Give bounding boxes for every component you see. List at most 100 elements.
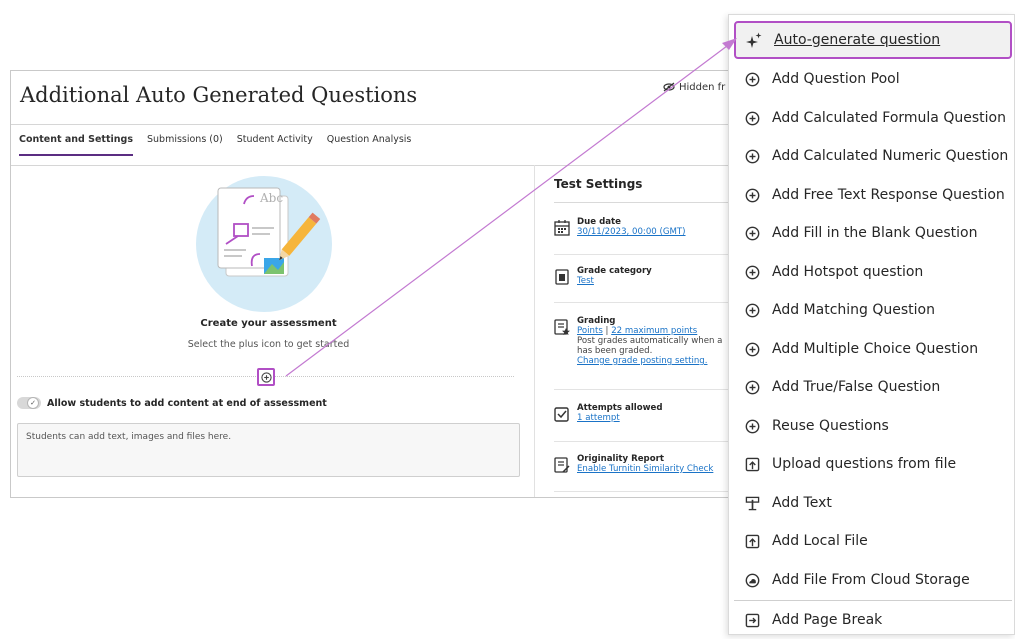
allow-content-toggle[interactable]: ✓ — [17, 397, 41, 409]
menu-item-label: Add Calculated Numeric Question — [772, 148, 1009, 164]
menu-item-add-page-break[interactable]: Add Page Break — [734, 601, 1012, 639]
menu-item-add-calculated-formula-question[interactable]: Add Calculated Formula Question — [734, 99, 1012, 137]
upload-file-icon — [744, 533, 760, 549]
menu-item-add-local-file[interactable]: Add Local File — [734, 522, 1012, 560]
grading-icon — [554, 319, 570, 335]
checkbox-icon — [554, 407, 569, 422]
menu-item-label: Add Hotspot question — [772, 264, 924, 280]
grading-text-line1: Post grades automatically when a — [577, 336, 723, 346]
allow-content-label: Allow students to add content at end of … — [47, 397, 327, 409]
menu-item-label: Auto-generate question — [774, 32, 941, 48]
due-date-link[interactable]: 30/11/2023, 00:00 (GMT) — [577, 227, 686, 237]
divider — [554, 302, 744, 303]
tab-bar: Content and Settings Submissions (0) Stu… — [19, 131, 411, 156]
grade-category-setting: Grade category Test — [554, 266, 652, 286]
menu-item-add-fill-in-the-blank-question[interactable]: Add Fill in the Blank Question — [734, 214, 1012, 252]
assessment-window: Additional Auto Generated Questions Hidd… — [10, 70, 745, 498]
menu-item-label: Add Text — [772, 495, 832, 511]
eye-slash-icon — [663, 82, 675, 92]
divider — [554, 389, 744, 390]
menu-item-add-hotspot-question[interactable]: Add Hotspot question — [734, 253, 1012, 291]
divider — [554, 441, 744, 442]
tab-student-activity[interactable]: Student Activity — [237, 131, 313, 156]
menu-item-label: Add Local File — [772, 533, 868, 549]
menu-item-add-multiple-choice-question[interactable]: Add Multiple Choice Question — [734, 330, 1012, 368]
check-icon: ✓ — [27, 397, 39, 409]
create-assessment-subtitle: Select the plus icon to get started — [187, 339, 350, 350]
tab-submissions[interactable]: Submissions (0) — [147, 131, 223, 156]
hidden-badge-label: Hidden fr — [679, 82, 726, 93]
test-settings-title: Test Settings — [554, 177, 643, 191]
students-content-placeholder: Students can add text, images and files … — [26, 432, 232, 442]
report-icon — [554, 457, 570, 473]
students-content-field[interactable]: Students can add text, images and files … — [17, 423, 520, 477]
plus-circle-icon — [744, 148, 760, 164]
menu-item-label: Add Fill in the Blank Question — [772, 225, 978, 241]
plus-circle-icon — [260, 371, 272, 383]
divider — [11, 165, 744, 166]
menu-item-label: Add Multiple Choice Question — [772, 341, 979, 357]
attempts-setting: Attempts allowed 1 attempt — [554, 403, 663, 423]
grading-title: Grading — [577, 316, 616, 326]
menu-item-label: Add True/False Question — [772, 379, 941, 395]
calendar-icon — [554, 220, 570, 236]
add-content-menu: Auto-generate question Add Question Pool… — [728, 14, 1015, 635]
divider — [534, 165, 535, 497]
grade-category-link[interactable]: Test — [577, 276, 652, 286]
menu-item-label: Add Question Pool — [772, 71, 900, 87]
upload-file-icon — [744, 456, 760, 472]
menu-item-label: Add Free Text Response Question — [772, 187, 1005, 203]
menu-item-reuse-questions[interactable]: Reuse Questions — [734, 407, 1012, 445]
divider — [554, 202, 744, 203]
menu-item-label: Add File From Cloud Storage — [772, 572, 970, 588]
divider — [554, 491, 744, 492]
plus-circle-icon — [744, 379, 760, 395]
create-assessment-title: Create your assessment — [200, 318, 337, 329]
turnitin-link[interactable]: Enable Turnitin Similarity Check — [577, 464, 713, 474]
menu-item-label: Upload questions from file — [772, 456, 957, 472]
grading-separator: | — [602, 326, 612, 336]
max-points-link[interactable]: 22 maximum points — [611, 326, 697, 336]
tab-content-and-settings[interactable]: Content and Settings — [19, 131, 133, 156]
menu-item-add-text[interactable]: Add Text — [734, 484, 1012, 522]
tab-question-analysis[interactable]: Question Analysis — [327, 131, 412, 156]
attempts-link[interactable]: 1 attempt — [577, 413, 663, 423]
menu-item-upload-questions-from-file[interactable]: Upload questions from file — [734, 445, 1012, 483]
change-grade-posting-link[interactable]: Change grade posting setting. — [577, 356, 722, 366]
grade-category-icon — [555, 269, 569, 285]
plus-circle-icon — [744, 264, 760, 280]
menu-item-add-matching-question[interactable]: Add Matching Question — [734, 291, 1012, 329]
allow-content-row: ✓ Allow students to add content at end o… — [17, 397, 327, 409]
illustration-abc-text: Abc — [259, 191, 283, 205]
plus-circle-icon — [744, 187, 760, 203]
plus-circle-icon — [744, 341, 760, 357]
divider — [554, 254, 744, 255]
cloud-icon — [744, 572, 760, 588]
add-content-button[interactable] — [257, 368, 275, 386]
menu-item-label: Reuse Questions — [772, 418, 889, 434]
menu-item-add-calculated-numeric-question[interactable]: Add Calculated Numeric Question — [734, 137, 1012, 175]
plus-circle-icon — [744, 418, 760, 434]
grading-setting: Grading Points | 22 maximum points Post … — [554, 316, 722, 366]
menu-item-add-true-false-question[interactable]: Add True/False Question — [734, 368, 1012, 406]
plus-circle-icon — [744, 71, 760, 87]
page-break-icon — [744, 612, 760, 628]
menu-item-add-question-pool[interactable]: Add Question Pool — [734, 60, 1012, 98]
plus-circle-icon — [744, 302, 760, 318]
menu-item-add-file-from-cloud-storage[interactable]: Add File From Cloud Storage — [734, 561, 1012, 599]
menu-item-auto-generate-question[interactable]: Auto-generate question — [734, 21, 1012, 59]
due-date-setting: Due date 30/11/2023, 00:00 (GMT) — [554, 217, 686, 237]
originality-title: Originality Report — [577, 454, 664, 464]
divider — [11, 124, 744, 125]
assessment-illustration: Abc — [196, 176, 332, 312]
points-link[interactable]: Points — [577, 326, 603, 336]
menu-item-add-free-text-response-question[interactable]: Add Free Text Response Question — [734, 176, 1012, 214]
plus-circle-icon — [744, 225, 760, 241]
grade-category-title: Grade category — [577, 266, 652, 276]
hidden-badge[interactable]: Hidden fr — [663, 82, 725, 93]
attempts-title: Attempts allowed — [577, 403, 663, 413]
menu-item-label: Add Page Break — [772, 612, 883, 628]
due-date-title: Due date — [577, 217, 621, 227]
menu-item-label: Add Matching Question — [772, 302, 935, 318]
plus-circle-icon — [744, 110, 760, 126]
